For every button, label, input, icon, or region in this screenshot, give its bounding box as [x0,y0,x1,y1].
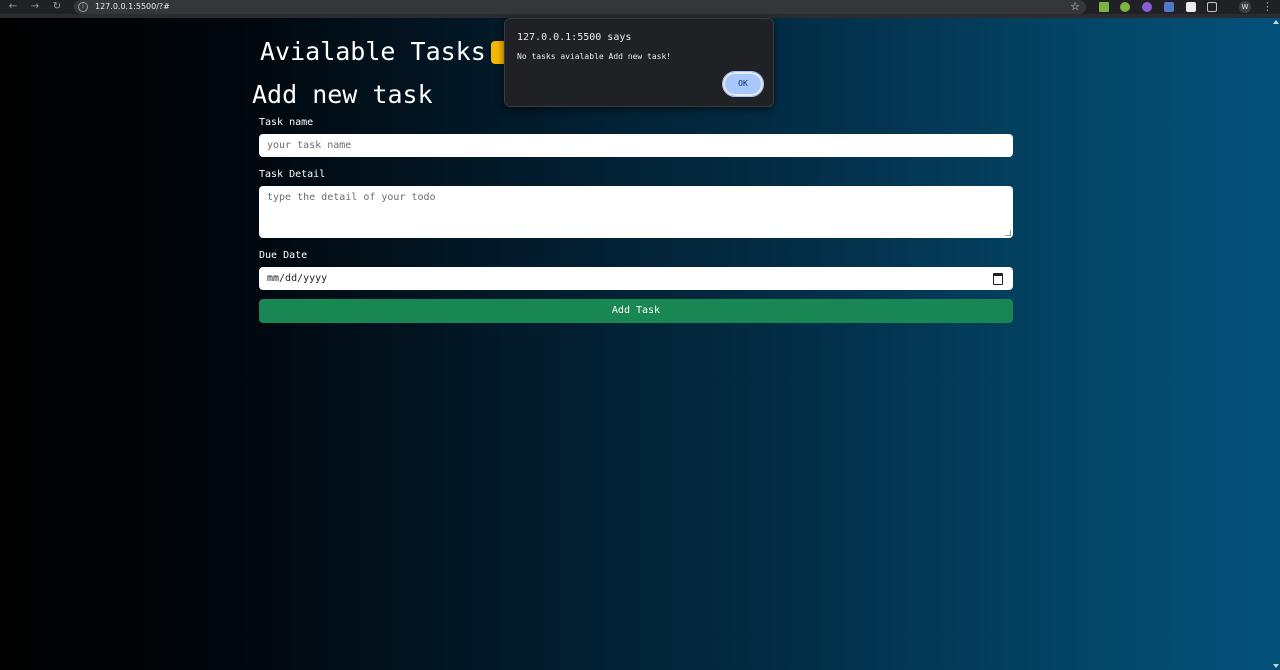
due-date-label: Due Date [259,250,308,261]
extension-colorful-icon[interactable] [1142,2,1152,12]
dialog-message: No tasks avialable Add new task! [517,52,672,61]
extension-circle-icon[interactable] [1120,2,1130,12]
browser-menu-icon[interactable]: ⋮ [1262,0,1273,14]
dialog-ok-button[interactable]: OK [722,71,764,97]
alert-dialog: 127.0.0.1:5500 says No tasks avialable A… [504,18,774,107]
extension-download-icon[interactable] [1099,2,1109,12]
calendar-icon[interactable] [993,273,1003,285]
extensions-puzzle-icon[interactable] [1207,2,1217,12]
scrollbar[interactable] [1272,18,1280,670]
forward-icon[interactable]: → [29,1,41,13]
scroll-up-icon[interactable] [1273,20,1279,24]
resize-grip-icon [1005,230,1011,236]
task-detail-label: Task Detail [259,169,326,180]
scroll-down-icon[interactable] [1273,664,1279,668]
address-bar[interactable]: i 127.0.0.1:5500/?# ☆ [74,0,1086,14]
textarea-resize-handle[interactable] [1003,228,1011,236]
due-date-input[interactable]: mm/dd/yyyy [259,267,1013,290]
bookmark-star-icon[interactable]: ☆ [1070,0,1080,14]
dialog-title: 127.0.0.1:5500 says [517,32,632,43]
page-background [0,18,1272,670]
task-name-input[interactable] [259,134,1013,157]
add-task-button[interactable]: Add Task [259,299,1013,323]
site-info-icon[interactable]: i [78,2,88,12]
address-url[interactable]: 127.0.0.1:5500/?# [95,1,170,13]
form-heading: Add new task [252,80,433,109]
task-detail-textarea[interactable] [259,186,1013,238]
reload-icon[interactable]: ↻ [51,1,63,13]
extension-screenshot-icon[interactable] [1186,2,1196,12]
due-date-placeholder: mm/dd/yyyy [267,273,328,284]
tasks-header: Avialable Tasks [260,36,515,68]
extension-blue-icon[interactable] [1164,2,1174,12]
profile-avatar[interactable]: W [1239,1,1251,13]
browser-toolbar: ← → ↻ i 127.0.0.1:5500/?# ☆ W ⋮ [0,0,1280,18]
back-icon[interactable]: ← [7,1,19,13]
task-name-label: Task name [259,117,314,128]
page-title: Avialable Tasks [260,37,486,66]
